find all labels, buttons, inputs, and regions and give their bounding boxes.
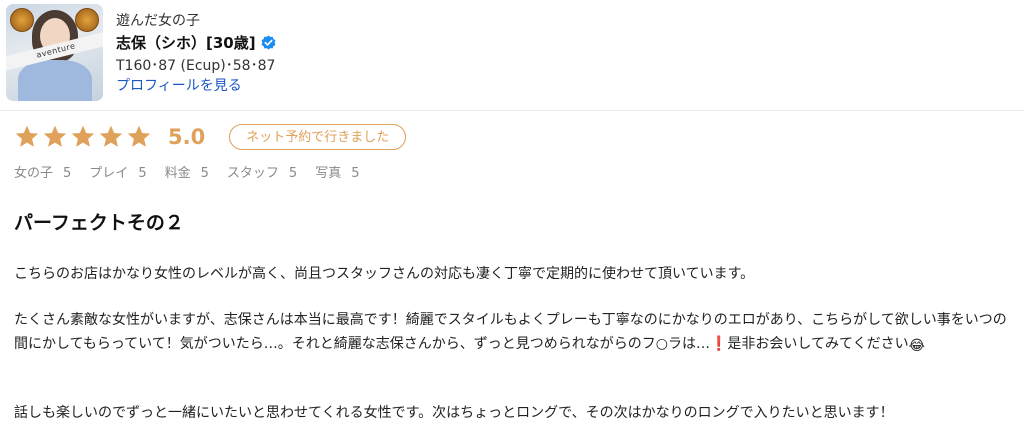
review-title: パーフェクトその２ [14,212,184,234]
girl-name: 志保（シホ）[30歳] [116,34,256,52]
subscore-value: 5 [138,166,147,181]
subscore-price: 料金 5 [165,162,209,181]
subscore-value: 5 [200,166,209,181]
review-paragraph-2: たくさん素敵な女性がいますが、志保さんは本当に最高です！綺麗でスタイルもよくプレ… [14,308,1019,358]
reviewed-girl-label: 遊んだ女の子 [116,13,200,29]
review-paragraph-3: 話しも楽しいのでずっと一緒にいたいと思わせてくれる女性です。次はちょっとロングで… [14,405,894,421]
subscore-play: プレイ 5 [89,162,146,181]
star-icon [127,125,151,147]
girl-name-row: 志保（シホ）[30歳] [116,32,276,53]
star-icon [15,125,39,147]
star-icon [99,125,123,147]
review-paragraph-2-text-b: 是非お会いしてみてください [727,336,909,352]
subscore-label: スタッフ [226,166,279,181]
girl-measurements: T160･87 (Ecup)･58･87 [116,58,276,74]
avatar-body [18,60,92,101]
subscore-value: 5 [288,166,298,181]
avatar-badge-left [10,8,34,32]
subscore-label: 写真 [315,166,342,181]
sub-ratings: 女の子 5 プレイ 5 料金 5 スタッフ 5 写真 5 [14,162,377,181]
subscore-staff: スタッフ 5 [227,162,297,181]
girl-avatar[interactable]: aventure [6,4,103,101]
exclamation-icon: ❗ [709,336,728,352]
subscore-label: 料金 [164,166,191,181]
subscore-girl: 女の子 5 [14,162,71,181]
avatar-badge-right [75,8,99,32]
subscore-value: 5 [351,166,360,181]
laughing-emoji-icon: 😂 [908,338,925,354]
star-rating [14,124,154,150]
rating-row: 5.0 ネット予約で行きました [14,124,407,150]
rating-score: 5.0 [168,125,206,149]
booking-method-tag: ネット予約で行きました [229,124,407,150]
verified-badge-icon [261,35,276,50]
view-profile-link[interactable]: プロフィールを見る [116,75,242,95]
subscore-label: 女の子 [14,166,54,181]
star-icon [43,125,67,147]
subscore-label: プレイ [89,166,129,181]
subscore-photo: 写真 5 [315,162,359,181]
review-paragraph-1: こちらのお店はかなり女性のレベルが高く、尚且つスタッフさんの対応も凄く丁寧で定期… [14,266,755,282]
star-icon [71,125,95,147]
reviewed-girl-header: aventure 遊んだ女の子 志保（シホ）[30歳] T160･87 (Ecu… [0,0,1024,111]
subscore-value: 5 [63,166,72,181]
